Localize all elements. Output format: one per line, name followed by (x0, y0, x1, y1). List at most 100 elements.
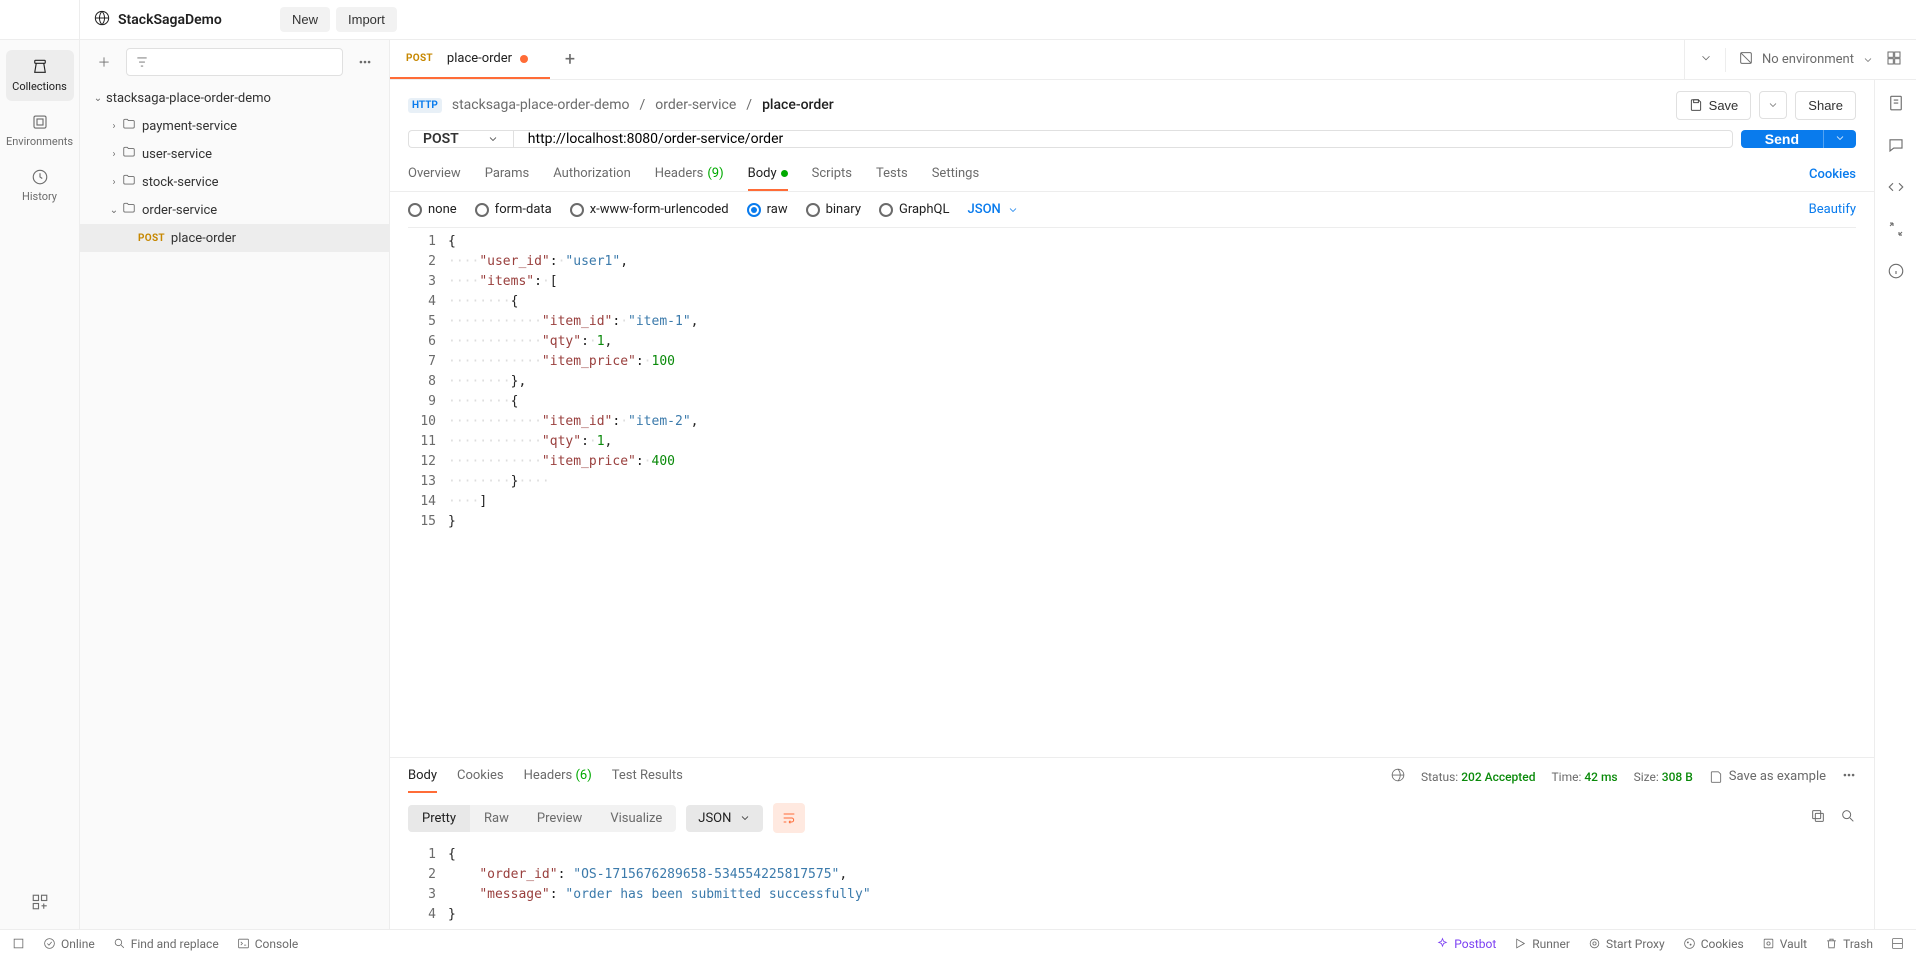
body-language-selector[interactable]: JSON (967, 202, 1018, 217)
chevron-down-icon (1007, 204, 1019, 216)
sb-layout[interactable] (1891, 937, 1904, 951)
body-formdata-radio[interactable]: form-data (475, 202, 552, 217)
rail-history[interactable]: History (6, 160, 74, 211)
network-icon[interactable] (1391, 768, 1405, 785)
sb-online[interactable]: Online (43, 937, 95, 951)
environment-selector[interactable]: No environment (1738, 50, 1874, 70)
request-tab[interactable]: POST place-order (390, 40, 550, 79)
body-xwww-radio[interactable]: x-www-form-urlencoded (570, 202, 729, 217)
body-binary-radio[interactable]: binary (806, 202, 861, 217)
workspace-selector[interactable]: StackSagaDemo (80, 10, 236, 30)
request-body-editor[interactable]: 1{ 2····"user_id":·"user1", 3····"items"… (408, 227, 1856, 757)
comments-icon[interactable] (1887, 136, 1905, 158)
unsaved-dot-icon (520, 55, 528, 63)
sb-console[interactable]: Console (237, 937, 299, 951)
cookies-link[interactable]: Cookies (1809, 167, 1856, 182)
tab-params[interactable]: Params (485, 158, 530, 191)
tree-collection[interactable]: ⌄ stacksaga-place-order-demo (80, 84, 389, 112)
crumb-item[interactable]: stacksaga-place-order-demo (452, 97, 630, 113)
body-raw-radio[interactable]: raw (747, 202, 788, 217)
tab-overview[interactable]: Overview (408, 158, 461, 191)
chevron-down-icon: ⌄ (90, 93, 106, 104)
view-preview[interactable]: Preview (523, 805, 596, 832)
tree-folder[interactable]: › payment-service (80, 112, 389, 140)
crumb-item[interactable]: place-order (762, 97, 834, 113)
send-dropdown-button[interactable] (1823, 130, 1856, 148)
resp-language-selector[interactable]: JSON (686, 805, 763, 832)
method-tag: POST (138, 233, 165, 244)
active-dot-icon (781, 170, 788, 177)
tab-tests[interactable]: Tests (876, 158, 908, 191)
docs-icon[interactable] (1887, 94, 1905, 116)
sb-proxy[interactable]: Start Proxy (1588, 937, 1665, 951)
resp-tab-headers[interactable]: Headers (6) (524, 760, 592, 793)
copy-button[interactable] (1810, 808, 1826, 828)
rail-collections[interactable]: Collections (6, 50, 74, 101)
new-button[interactable]: New (280, 7, 330, 32)
http-badge-icon: HTTP (408, 98, 442, 113)
time-meta: Time: 42 ms (1551, 770, 1617, 784)
body-graphql-radio[interactable]: GraphQL (879, 202, 949, 217)
rail-configure[interactable] (6, 885, 74, 919)
folder-icon (122, 201, 136, 219)
info-icon[interactable] (1887, 262, 1905, 284)
search-button[interactable] (1840, 808, 1856, 828)
resp-tab-cookies[interactable]: Cookies (457, 760, 504, 793)
crumb-item[interactable]: order-service (655, 97, 736, 113)
sidebar-options-button[interactable] (351, 48, 379, 76)
url-input[interactable] (528, 131, 1718, 147)
left-rail: Collections Environments History (0, 40, 80, 929)
save-button[interactable]: Save (1676, 91, 1752, 120)
add-collection-button[interactable] (90, 48, 118, 76)
tree-folder[interactable]: › stock-service (80, 168, 389, 196)
sb-trash[interactable]: Trash (1825, 937, 1873, 951)
tab-headers[interactable]: Headers (9) (655, 158, 724, 191)
wrap-lines-button[interactable] (773, 803, 805, 833)
env-quicklook-button[interactable] (1886, 50, 1902, 70)
send-button[interactable]: Send (1741, 130, 1823, 148)
size-meta: Size: 308 B (1634, 770, 1693, 784)
new-tab-button[interactable]: + (550, 40, 590, 79)
response-body-viewer[interactable]: 1{ 2 "order_id": "OS-1715676289658-53455… (408, 841, 1856, 929)
resp-tab-tests[interactable]: Test Results (612, 760, 683, 793)
body-none-radio[interactable]: none (408, 202, 457, 217)
tree-folder[interactable]: › user-service (80, 140, 389, 168)
sb-cookies[interactable]: Cookies (1683, 937, 1744, 951)
tab-scripts[interactable]: Scripts (812, 158, 852, 191)
view-visualize[interactable]: Visualize (596, 805, 676, 832)
tab-settings[interactable]: Settings (932, 158, 979, 191)
share-button[interactable]: Share (1795, 91, 1856, 120)
tree-request[interactable]: POST place-order (80, 224, 389, 252)
save-as-example-button[interactable]: Save as example (1709, 769, 1826, 784)
resp-more-button[interactable] (1842, 768, 1856, 785)
sb-vault[interactable]: Vault (1762, 937, 1807, 951)
chevron-right-icon: › (106, 121, 122, 132)
code-icon[interactable] (1887, 178, 1905, 200)
resp-tab-body[interactable]: Body (408, 760, 437, 793)
rail-environments[interactable]: Environments (6, 105, 74, 156)
tree-folder[interactable]: ⌄ order-service (80, 196, 389, 224)
chevron-down-icon: ⌄ (106, 205, 122, 216)
sb-sync[interactable] (12, 937, 25, 950)
filter-input[interactable] (126, 48, 343, 76)
view-raw[interactable]: Raw (470, 805, 523, 832)
tab-authorization[interactable]: Authorization (553, 158, 631, 191)
tabs-row: POST place-order + No environment (390, 40, 1916, 80)
tabs-dropdown-button[interactable] (1699, 51, 1713, 69)
view-pretty[interactable]: Pretty (408, 805, 470, 832)
sb-postbot[interactable]: Postbot (1436, 937, 1496, 951)
beautify-button[interactable]: Beautify (1809, 202, 1856, 217)
sb-find[interactable]: Find and replace (113, 937, 219, 951)
topbar: StackSagaDemo New Import (0, 0, 1916, 40)
sb-runner[interactable]: Runner (1514, 937, 1570, 951)
right-rail (1874, 80, 1916, 929)
collection-tree: ⌄ stacksaga-place-order-demo › payment-s… (80, 84, 389, 929)
save-dropdown-button[interactable] (1759, 91, 1787, 119)
save-icon (1709, 770, 1723, 784)
tab-body[interactable]: Body (748, 158, 788, 191)
expand-icon[interactable] (1887, 220, 1905, 242)
workspace-name: StackSagaDemo (118, 12, 222, 28)
import-button[interactable]: Import (336, 7, 397, 32)
status-meta: Status: 202 Accepted (1421, 770, 1536, 784)
method-selector[interactable]: POST (408, 130, 513, 148)
